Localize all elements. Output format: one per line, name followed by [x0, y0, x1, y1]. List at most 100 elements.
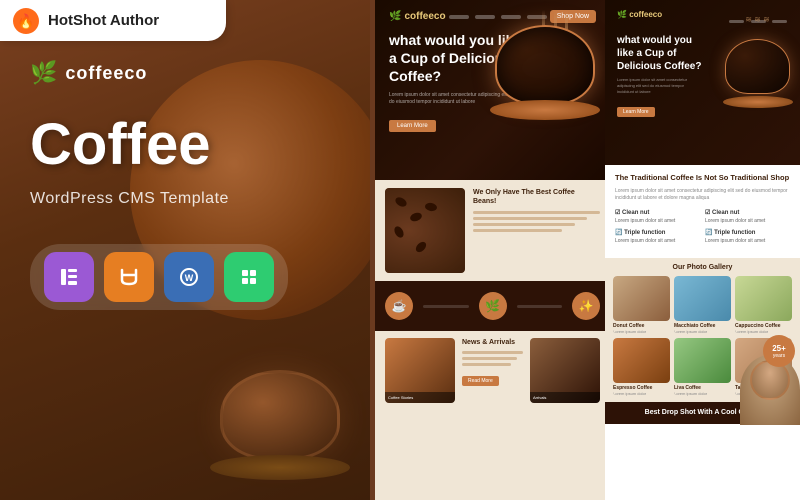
svg-text:🔥: 🔥	[17, 13, 34, 30]
gallery-item-3: Cappuccino Coffee Lorem ipsum dolor	[735, 276, 792, 334]
text-line-3	[473, 223, 575, 226]
feature-2-title: ☑ Clean nut	[705, 209, 790, 216]
rb-cta-btn[interactable]: Learn More	[617, 107, 655, 117]
rb-steam: ≋ ≋ ≋	[720, 15, 795, 24]
feature-icon-1: ☕	[385, 292, 413, 320]
cup-decoration	[470, 10, 600, 170]
gallery-img-3	[735, 276, 792, 321]
saucer-visual	[210, 455, 350, 480]
feature-3-title: 🔄 Triple function	[615, 229, 700, 236]
news-image-2: Arrivals	[530, 338, 600, 403]
nav-link-1	[449, 15, 469, 19]
rb-cup: ≋ ≋ ≋	[720, 15, 795, 115]
feature-4-desc: Lorem ipsum dolor sit amet	[705, 238, 790, 244]
feature-icon-2: 🌿	[479, 292, 507, 320]
news-line-3	[462, 363, 511, 366]
news-img-caption-2: Arrivals	[530, 392, 600, 403]
news-img-caption: Coffee Stories	[385, 392, 455, 403]
rb-brand: coffeeco	[629, 10, 662, 19]
rb-trad-title: The Traditional Coffee Is Not So Traditi…	[615, 173, 790, 183]
quix-icon[interactable]	[224, 252, 274, 302]
gallery-desc-4: Lorem ipsum dolor	[613, 391, 670, 396]
brand-logo: 🌿 coffeeco	[30, 60, 288, 86]
rb-hero-title: what would you like a Cup of Delicious C…	[617, 34, 707, 73]
site-mid-section: We Only Have The Best Coffee Beans!	[375, 180, 610, 281]
feature-3-desc: Lorem ipsum dolor sit amet	[615, 238, 700, 244]
plugins-container: W	[30, 244, 288, 310]
rb-trad-body: Lorem ipsum dolor sit amet consectetur a…	[615, 188, 790, 203]
bean-2	[409, 211, 423, 223]
news-image-1: Coffee Stories	[385, 338, 455, 403]
gallery-img-2	[674, 276, 731, 321]
left-panel: 🌿 coffeeco Coffee WordPress CMS Template	[0, 0, 370, 500]
gallery-title: Our Photo Gallery	[613, 264, 792, 271]
mid-card-text: We Only Have The Best Coffee Beans!	[473, 188, 600, 273]
news-line-1	[462, 351, 523, 354]
rb-hero-sub: Lorem ipsum dolor sit amet consectetur a…	[617, 77, 697, 95]
feature-4: 🔄 Triple function Lorem ipsum dolor sit …	[705, 229, 790, 244]
gallery-item-2: Macchiato Coffee Lorem ipsum dolor	[674, 276, 731, 334]
site-preview-mid: 🌿 coffeeco Shop Now what would you like …	[375, 0, 610, 500]
gallery-img-4	[613, 338, 670, 383]
site-hero: 🌿 coffeeco Shop Now what would you like …	[375, 0, 610, 180]
left-content: 🌿 coffeeco Coffee WordPress CMS Template	[30, 60, 288, 310]
gallery-img-1	[613, 276, 670, 321]
uf-icon[interactable]	[104, 252, 154, 302]
text-line-2	[473, 217, 587, 220]
dark-divider: ☕ 🌿 ✨	[375, 281, 610, 331]
text-line-4	[473, 229, 562, 232]
rb-cup-body	[725, 39, 790, 94]
news-text: News & Arrivals Read More	[462, 338, 523, 403]
rb-features-grid: ☑ Clean nut Lorem ipsum dolor sit amet ☑…	[615, 209, 790, 244]
rb-traditional-section: The Traditional Coffee Is Not So Traditi…	[605, 165, 800, 258]
feature-2: ☑ Clean nut Lorem ipsum dolor sit amet	[705, 209, 790, 224]
gallery-desc-5: Lorem ipsum dolor	[674, 391, 731, 396]
bean-3	[393, 225, 406, 239]
rb-hero: 🌿 coffeeco what would you like a Cup of …	[605, 0, 800, 165]
site-brand-text: coffeeco	[404, 11, 445, 22]
site-logo-small: 🌿 coffeeco	[389, 11, 446, 22]
gallery-desc-1: Lorem ipsum dolor	[613, 329, 670, 334]
elementor-icon[interactable]	[44, 252, 94, 302]
rb-logo: 🌿 coffeeco	[617, 10, 662, 28]
site-leaf-icon: 🌿	[389, 11, 401, 22]
main-title: Coffee	[30, 116, 288, 174]
badge-sub: years	[773, 353, 785, 359]
badge-number: 25+	[772, 344, 786, 353]
coffee-cup-bg	[170, 340, 370, 500]
site-preview-right: 🌿 coffeeco what would you like a Cup of …	[605, 0, 800, 500]
header-bar: 🔥 HotShot Author	[0, 0, 226, 41]
feature-3: 🔄 Triple function Lorem ipsum dolor sit …	[615, 229, 700, 244]
header-title: HotShot Author	[48, 12, 159, 29]
rb-leaf: 🌿	[617, 10, 627, 19]
brand-name: coffeeco	[65, 63, 147, 84]
gallery-item-4: Espresso Coffee Lorem ipsum dolor	[613, 338, 670, 396]
gallery-desc-3: Lorem ipsum dolor	[735, 329, 792, 334]
rb-saucer	[723, 96, 793, 108]
coffee-beans-card	[385, 188, 465, 273]
bean-5	[414, 240, 428, 254]
gallery-item-1: Donut Coffee Lorem ipsum dolor	[613, 276, 670, 334]
feature-1-desc: Lorem ipsum dolor sit amet	[615, 218, 700, 224]
hero-cta-button[interactable]: Learn More	[389, 120, 436, 132]
gallery-item-5: Liva Coffee Lorem ipsum dolor	[674, 338, 731, 396]
gallery-img-5	[674, 338, 731, 383]
text-line-1	[473, 211, 600, 214]
news-read-more-btn[interactable]: Read More	[462, 376, 499, 386]
news-section: Coffee Stories News & Arrivals Read More…	[375, 331, 610, 410]
cup-visual	[220, 370, 340, 460]
news-line-2	[462, 357, 517, 360]
bean-1	[394, 196, 408, 209]
subtitle: WordPress CMS Template	[30, 190, 288, 208]
feature-4-title: 🔄 Triple function	[705, 229, 790, 236]
gallery-desc-2: Lorem ipsum dolor	[674, 329, 731, 334]
feature-1: ☑ Clean nut Lorem ipsum dolor sit amet	[615, 209, 700, 224]
hotshot-logo: 🔥	[12, 7, 40, 35]
wordpress-icon[interactable]: W	[164, 252, 214, 302]
cup-saucer	[490, 100, 600, 120]
years-badge: 25+ years	[763, 335, 795, 367]
feature-2-desc: Lorem ipsum dolor sit amet	[705, 218, 790, 224]
beans-background	[385, 188, 465, 273]
feature-icon-3: ✨	[572, 292, 600, 320]
mid-card-title: We Only Have The Best Coffee Beans!	[473, 188, 600, 206]
